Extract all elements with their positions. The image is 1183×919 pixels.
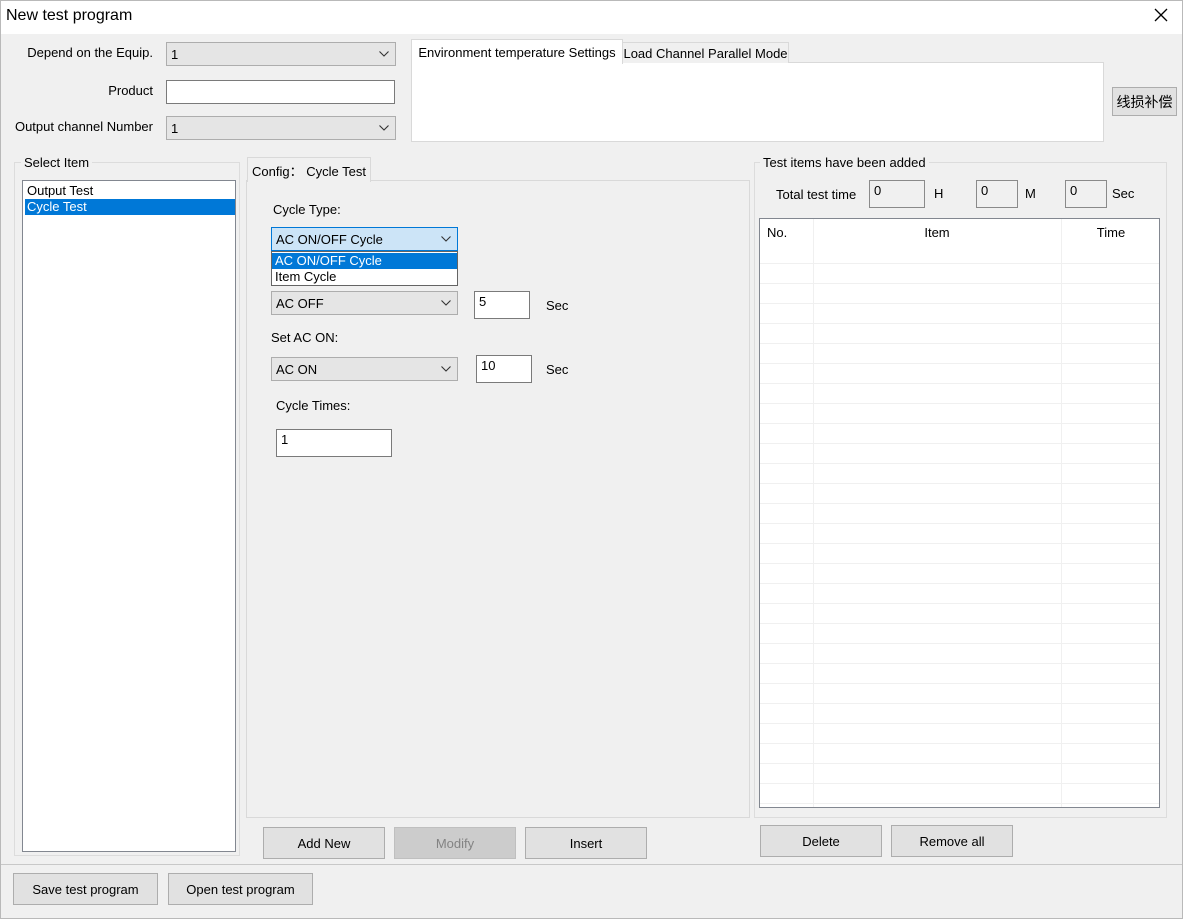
line-loss-compensation-button[interactable]: 线损补偿 <box>1112 87 1177 116</box>
table-row-divider <box>760 603 1159 604</box>
table-row-divider <box>760 463 1159 464</box>
cycle-type-label: Cycle Type: <box>273 202 341 217</box>
table-row-divider <box>760 683 1159 684</box>
total-test-time-label: Total test time <box>776 187 857 202</box>
table-row-divider <box>760 663 1159 664</box>
tab-config-cycle-test[interactable]: Config： Cycle Test <box>247 157 371 182</box>
add-new-button[interactable]: Add New <box>263 827 385 859</box>
depend-equip-value: 1 <box>171 46 179 62</box>
table-row-divider <box>760 623 1159 624</box>
table-row-divider <box>760 503 1159 504</box>
table-row-divider <box>760 423 1159 424</box>
table-row-divider <box>760 403 1159 404</box>
chevron-down-icon <box>373 125 395 131</box>
ac-on-seconds-input[interactable]: 10 <box>476 355 532 383</box>
total-seconds-field: 0 <box>1065 180 1107 208</box>
dropdown-option-ac-on-off-cycle[interactable]: AC ON/OFF Cycle <box>272 253 457 269</box>
cycle-type-dropdown[interactable]: AC ON/OFF Cycle Item Cycle <box>271 251 458 286</box>
cycle-times-label: Cycle Times: <box>276 398 351 413</box>
table-row-divider <box>760 263 1159 264</box>
chevron-down-icon <box>435 300 457 306</box>
depend-equip-label: Depend on the Equip. <box>27 45 153 60</box>
table-row-divider <box>760 543 1159 544</box>
select-item-title: Select Item <box>21 155 93 170</box>
output-channel-combo[interactable]: 1 <box>166 116 396 140</box>
remove-all-button[interactable]: Remove all <box>891 825 1013 857</box>
cycle-times-input[interactable]: 1 <box>276 429 392 457</box>
title-bar <box>0 0 1183 34</box>
table-row-divider <box>760 383 1159 384</box>
table-row-divider <box>760 303 1159 304</box>
window-title: New test program <box>6 7 133 24</box>
bottom-separator <box>0 864 1183 865</box>
output-channel-value: 1 <box>171 120 179 136</box>
table-row-divider <box>760 363 1159 364</box>
tab-environment-temperature[interactable]: Environment temperature Settings <box>411 39 623 64</box>
table-row-divider <box>760 343 1159 344</box>
product-input[interactable] <box>166 80 395 104</box>
table-row-divider <box>760 563 1159 564</box>
set-ac-on-label: Set AC ON: <box>271 330 339 345</box>
table-row-divider <box>760 703 1159 704</box>
column-divider <box>813 219 814 807</box>
column-header-time[interactable]: Time <box>1062 219 1159 263</box>
ac-on-sec-unit: Sec <box>546 362 569 377</box>
minutes-unit: M <box>1025 186 1036 201</box>
select-item-list[interactable]: Output Test Cycle Test <box>22 180 236 852</box>
insert-button[interactable]: Insert <box>525 827 647 859</box>
close-icon <box>1154 8 1168 25</box>
table-row-divider <box>760 803 1159 804</box>
cycle-type-value: AC ON/OFF Cycle <box>276 231 383 247</box>
ac-off-seconds-input[interactable]: 5 <box>474 291 530 319</box>
product-label: Product <box>108 83 153 98</box>
ac-on-combo[interactable]: AC ON <box>271 357 458 381</box>
ac-on-value: AC ON <box>276 361 318 377</box>
ac-off-value: AC OFF <box>276 295 324 311</box>
table-row-divider <box>760 583 1159 584</box>
table-row-divider <box>760 443 1159 444</box>
cycle-type-combo[interactable]: AC ON/OFF Cycle <box>271 227 458 251</box>
table-row-divider <box>760 323 1159 324</box>
ac-off-sec-unit: Sec <box>546 298 569 313</box>
table-row-divider <box>760 763 1159 764</box>
table-row-divider <box>760 783 1159 784</box>
table-row-divider <box>760 743 1159 744</box>
column-divider <box>1061 219 1062 807</box>
table-row-divider <box>760 483 1159 484</box>
seconds-unit: Sec <box>1112 186 1135 201</box>
table-row-divider <box>760 283 1159 284</box>
list-item-output-test[interactable]: Output Test <box>25 183 235 199</box>
added-items-title: Test items have been added <box>760 155 929 170</box>
delete-button[interactable]: Delete <box>760 825 882 857</box>
total-hours-field: 0 <box>869 180 925 208</box>
open-test-program-button[interactable]: Open test program <box>168 873 313 905</box>
depend-equip-combo[interactable]: 1 <box>166 42 396 66</box>
hours-unit: H <box>934 186 944 201</box>
chevron-down-icon <box>435 236 457 242</box>
output-channel-label: Output channel Number <box>14 119 153 134</box>
tab-load-channel-parallel[interactable]: Load Channel Parallel Mode <box>622 42 789 63</box>
chevron-down-icon <box>373 51 395 57</box>
column-header-item[interactable]: Item <box>814 219 1060 263</box>
env-temp-tab-panel <box>411 62 1104 142</box>
save-test-program-button[interactable]: Save test program <box>13 873 158 905</box>
close-button[interactable] <box>1144 0 1178 32</box>
modify-button[interactable]: Modify <box>394 827 516 859</box>
table-row-divider <box>760 643 1159 644</box>
table-row-divider <box>760 523 1159 524</box>
dropdown-option-item-cycle[interactable]: Item Cycle <box>272 269 457 285</box>
added-items-table[interactable]: No. Item Time <box>759 218 1160 808</box>
column-header-no[interactable]: No. <box>767 219 813 263</box>
table-row-divider <box>760 723 1159 724</box>
ac-off-combo[interactable]: AC OFF <box>271 291 458 315</box>
total-minutes-field: 0 <box>976 180 1018 208</box>
list-item-cycle-test[interactable]: Cycle Test <box>25 199 235 215</box>
chevron-down-icon <box>435 366 457 372</box>
